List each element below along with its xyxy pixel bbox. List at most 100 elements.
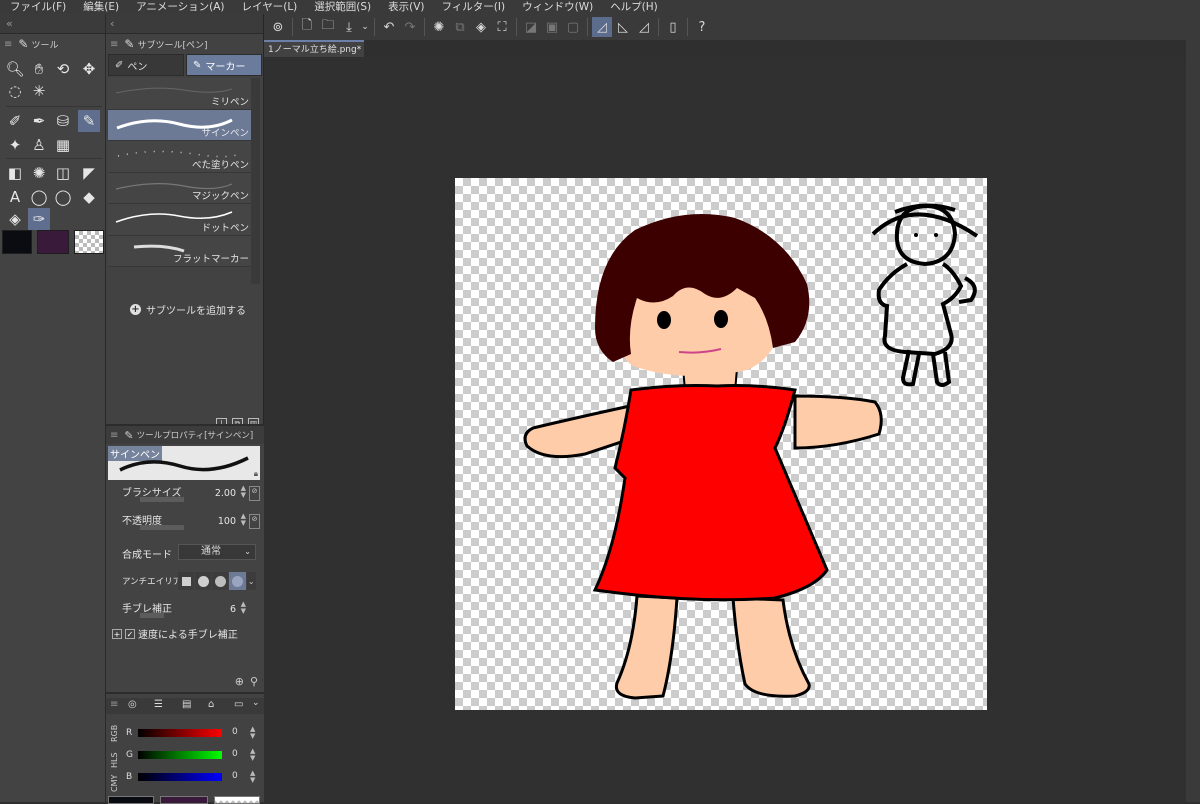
- help-icon[interactable]: ?: [692, 17, 712, 37]
- hls-mode-tab[interactable]: HLS: [110, 752, 119, 768]
- antialias-low[interactable]: [195, 572, 212, 590]
- text-icon[interactable]: A: [4, 186, 26, 208]
- chevron-down-icon[interactable]: ⌄: [360, 17, 370, 37]
- opacity-value[interactable]: 100: [218, 516, 236, 527]
- undo-icon[interactable]: ↶: [379, 17, 399, 37]
- menu-layer[interactable]: レイヤー(L): [242, 0, 298, 14]
- blue-slider[interactable]: [138, 773, 222, 781]
- brush-list-scrollbar[interactable]: [251, 78, 260, 284]
- burst-icon[interactable]: ✺: [28, 162, 50, 184]
- gradient-icon[interactable]: ◧: [4, 162, 26, 184]
- fill-icon[interactable]: ◈: [4, 208, 26, 230]
- brush-size-slider[interactable]: [140, 497, 184, 502]
- collapse-subtool-button[interactable]: ‹: [106, 14, 263, 34]
- color-picker-icon[interactable]: ✑: [28, 208, 50, 230]
- hand-icon[interactable]: ✋︎: [28, 58, 50, 80]
- menu-file[interactable]: ファイル(F): [10, 0, 66, 14]
- save-icon[interactable]: ⤓: [339, 17, 359, 37]
- menu-help[interactable]: ヘルプ(H): [610, 0, 658, 14]
- blue-value[interactable]: 0: [232, 771, 238, 781]
- grid-icon[interactable]: ▦: [52, 134, 74, 156]
- download-icon[interactable]: ⊕: [235, 675, 244, 688]
- lock-icon[interactable]: 🔒︎: [254, 469, 258, 479]
- snap-ruler-icon[interactable]: ◿: [592, 17, 612, 37]
- red-value[interactable]: 0: [232, 727, 238, 737]
- transform-icon[interactable]: ⛶: [492, 17, 512, 37]
- red-slider[interactable]: [138, 729, 222, 737]
- snap-special-ruler-icon[interactable]: ◺: [613, 17, 633, 37]
- copy-icon[interactable]: ⧉: [450, 17, 470, 37]
- menu-edit[interactable]: 編集(E): [83, 0, 119, 14]
- balloon-icon[interactable]: ◯: [52, 186, 74, 208]
- zoom-icon[interactable]: 🔍︎: [4, 58, 26, 80]
- eyedropper-icon[interactable]: ✒: [28, 110, 50, 132]
- menu-view[interactable]: 表示(V): [388, 0, 424, 14]
- antialias-none[interactable]: [178, 572, 195, 590]
- subtool-panel-tab[interactable]: ≡ ✎ サブツール[ペン]: [110, 36, 207, 52]
- app-logo-icon[interactable]: ⊚: [268, 17, 288, 37]
- brush-item[interactable]: フラットマーカー: [108, 235, 252, 267]
- collapse-left-button[interactable]: «: [0, 14, 105, 34]
- rgb-mode-tab[interactable]: RGB: [110, 725, 119, 742]
- color-wheel-icon[interactable]: ◎: [128, 699, 137, 710]
- fill-icon[interactable]: ◈: [471, 17, 491, 37]
- marker-icon[interactable]: ✎: [78, 110, 100, 132]
- chevron-down-icon[interactable]: ⌄: [246, 572, 256, 590]
- frame-icon[interactable]: ◫: [52, 162, 74, 184]
- approximate-color-icon[interactable]: ▭: [234, 699, 243, 710]
- intermediate-color-icon[interactable]: ⌂: [208, 699, 214, 710]
- loading-icon[interactable]: ✺: [429, 17, 449, 37]
- menu-window[interactable]: ウィンドウ(W): [522, 0, 593, 14]
- stamp-icon[interactable]: ♙: [28, 134, 50, 156]
- cmy-mode-tab[interactable]: CMY: [110, 775, 119, 792]
- pen-icon[interactable]: ✐: [4, 110, 26, 132]
- magic-wand-icon[interactable]: ✳: [28, 80, 50, 102]
- opacity-pressure-button[interactable]: ⊘: [249, 514, 260, 529]
- ruler-icon[interactable]: ◤: [78, 162, 100, 184]
- right-panel-strip[interactable]: [1186, 40, 1200, 802]
- eraser-icon[interactable]: ◆: [78, 186, 100, 208]
- antialias-high[interactable]: [229, 572, 246, 590]
- wrench-icon[interactable]: ⚲: [250, 675, 258, 688]
- color-slider-icon[interactable]: ☰: [154, 699, 163, 710]
- snap-grid-icon[interactable]: ◿: [634, 17, 654, 37]
- tab-marker[interactable]: ✎ マーカー: [186, 54, 262, 76]
- document-tab[interactable]: 1ノーマル立ち絵.png* ●: [264, 40, 364, 72]
- green-value[interactable]: 0: [232, 749, 238, 759]
- main-color-swatch[interactable]: [2, 230, 32, 254]
- open-file-icon[interactable]: 🗀︎: [318, 17, 338, 37]
- green-slider[interactable]: [138, 751, 222, 759]
- blend-mode-dropdown[interactable]: 通常 ⌄: [178, 544, 256, 560]
- brush-size-stepper[interactable]: ▲ ▼: [241, 485, 246, 499]
- antialias-mid[interactable]: [212, 572, 229, 590]
- stabilization-value[interactable]: 6: [230, 604, 236, 615]
- tool-panel-tab[interactable]: ≡ ✎ ツール: [4, 36, 58, 52]
- move-icon[interactable]: ✥: [78, 58, 100, 80]
- opacity-stepper[interactable]: ▲ ▼: [241, 513, 246, 527]
- stabilization-slider[interactable]: [140, 613, 164, 618]
- brush-item[interactable]: マジックペン: [108, 172, 252, 204]
- stabilization-stepper[interactable]: ▲ ▼: [241, 601, 246, 615]
- menu-animation[interactable]: アニメーション(A): [136, 0, 224, 14]
- expand-icon[interactable]: +: [112, 628, 122, 639]
- green-stepper[interactable]: ▲ ▼: [250, 748, 255, 762]
- add-subtool-button[interactable]: + サブツールを追加する: [130, 302, 246, 317]
- brush-item-selected[interactable]: サインペン: [108, 109, 252, 141]
- opacity-slider[interactable]: [140, 525, 184, 530]
- artboard[interactable]: [455, 178, 987, 710]
- blue-stepper[interactable]: ▲ ▼: [250, 770, 255, 784]
- lasso-icon[interactable]: ◌: [4, 80, 26, 102]
- menu-filter[interactable]: フィルター(I): [442, 0, 506, 14]
- brush-size-value[interactable]: 2.00: [215, 488, 236, 499]
- smartphone-icon[interactable]: ▯: [663, 17, 683, 37]
- selection-area-icon[interactable]: ▢: [563, 17, 583, 37]
- sub-color-chip[interactable]: [160, 796, 208, 804]
- rotate-icon[interactable]: ⟲: [52, 58, 74, 80]
- brush-item[interactable]: べた塗りペン: [108, 141, 252, 173]
- brush-item[interactable]: ミリペン: [108, 78, 252, 110]
- deselect-icon[interactable]: ◪: [521, 17, 541, 37]
- transparent-color-chip[interactable]: [214, 796, 260, 804]
- speech-bubble-icon[interactable]: ◯: [28, 186, 50, 208]
- red-stepper[interactable]: ▲ ▼: [250, 726, 255, 740]
- airbrush-icon[interactable]: ⛁: [52, 110, 74, 132]
